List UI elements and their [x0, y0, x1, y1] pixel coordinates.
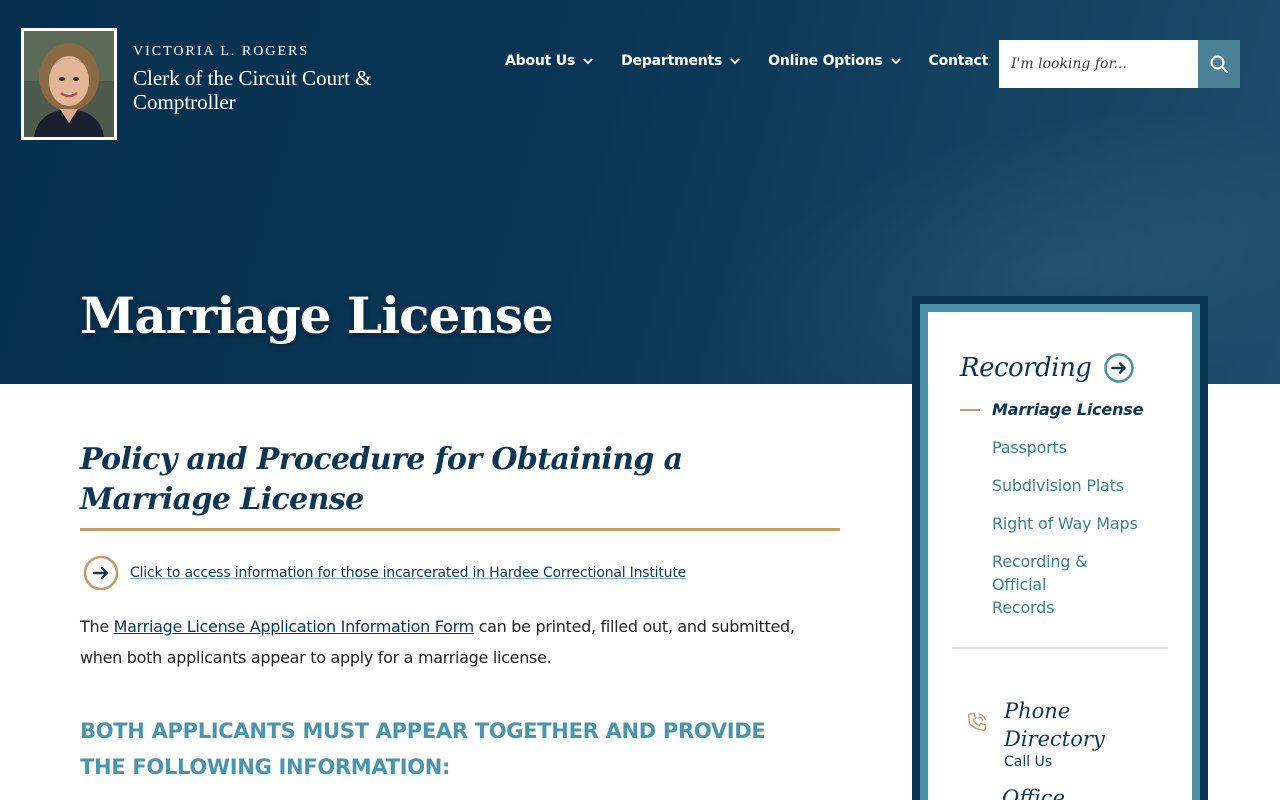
portrait-image [24, 31, 114, 137]
sidebar-item-recording-official-records[interactable]: Recording & Official Records [952, 550, 1102, 619]
sidebar-divider [952, 647, 1168, 649]
page-title: Marriage License [80, 286, 554, 345]
sidebar-item-label: Right of Way Maps [992, 514, 1138, 533]
sidebar-item-passports[interactable]: Passports [952, 436, 1168, 459]
incarcerated-callout: Click to access information for those in… [83, 555, 840, 591]
sidebar: Recording Marriage License Passports Sub… [912, 296, 1208, 800]
section-heading: Policy and Procedure for Obtaining a Mar… [80, 440, 840, 531]
sidebar-item-label: Recording & Official Records [992, 552, 1088, 617]
phone-directory-text: Phone Directory Call Us [1004, 697, 1114, 770]
sidebar-item-label: Passports [992, 438, 1067, 457]
phone-directory-subtitle: Call Us [1004, 754, 1053, 770]
sidebar-heading-recording[interactable]: Recording [960, 352, 1168, 384]
search-input[interactable] [999, 40, 1198, 88]
sidebar-item-right-of-way-maps[interactable]: Right of Way Maps [952, 512, 1168, 535]
sidebar-heading-label: Recording [960, 353, 1092, 383]
main-nav: About Us Departments Online Options Cont… [505, 53, 988, 69]
active-indicator [960, 409, 980, 411]
phone-directory-title[interactable]: Phone Directory [1004, 697, 1114, 753]
nav-label: Contact [928, 53, 989, 69]
application-form-link[interactable]: Marriage License Application Information… [114, 617, 475, 636]
phone-directory-block[interactable]: Phone Directory Call Us [966, 697, 1168, 770]
arrow-right-circle-icon [1104, 353, 1135, 383]
nav-online-options[interactable]: Online Options [768, 53, 901, 69]
paragraph-text-before: The [80, 617, 114, 636]
office-heading[interactable]: Office [1002, 786, 1168, 800]
intro-paragraph: The Marriage License Application Informa… [80, 611, 840, 673]
sidebar-item-label: Marriage License [992, 400, 1144, 419]
nav-label: Departments [621, 53, 723, 69]
office-title: Clerk of the Circuit Court & Comptroller [133, 66, 372, 114]
chevron-down-icon [583, 58, 593, 65]
main-content: Policy and Procedure for Obtaining a Mar… [80, 440, 840, 785]
sidebar-item-label: Subdivision Plats [992, 476, 1124, 495]
official-name: Victoria L. Rogers [133, 44, 310, 59]
sidebar-item-marriage-license[interactable]: Marriage License [952, 398, 1168, 421]
nav-label: Online Options [768, 53, 883, 69]
requirements-heading: Both applicants must appear together and… [80, 719, 766, 779]
sidebar-nav-list: Marriage License Passports Subdivision P… [952, 398, 1168, 619]
chevron-down-icon [890, 58, 901, 65]
search-button[interactable] [1198, 40, 1240, 88]
nav-departments[interactable]: Departments [621, 53, 740, 69]
search-icon [1210, 55, 1228, 73]
search-bar [999, 40, 1240, 88]
arrow-right-circle-icon [83, 555, 119, 591]
nav-contact[interactable]: Contact [929, 53, 989, 69]
chevron-down-icon [730, 58, 740, 65]
nav-about-us[interactable]: About Us [505, 53, 593, 69]
sidebar-item-subdivision-plats[interactable]: Subdivision Plats [952, 474, 1168, 497]
sidebar-frame: Recording Marriage License Passports Sub… [920, 304, 1200, 800]
official-portrait[interactable] [21, 28, 117, 140]
incarcerated-info-link[interactable]: Click to access information for those in… [130, 565, 686, 581]
site-brand[interactable]: Victoria L. Rogers Clerk of the Circuit … [133, 44, 383, 114]
nav-label: About Us [505, 53, 576, 69]
sidebar-card: Recording Marriage License Passports Sub… [928, 312, 1192, 800]
phone-icon [968, 713, 986, 731]
